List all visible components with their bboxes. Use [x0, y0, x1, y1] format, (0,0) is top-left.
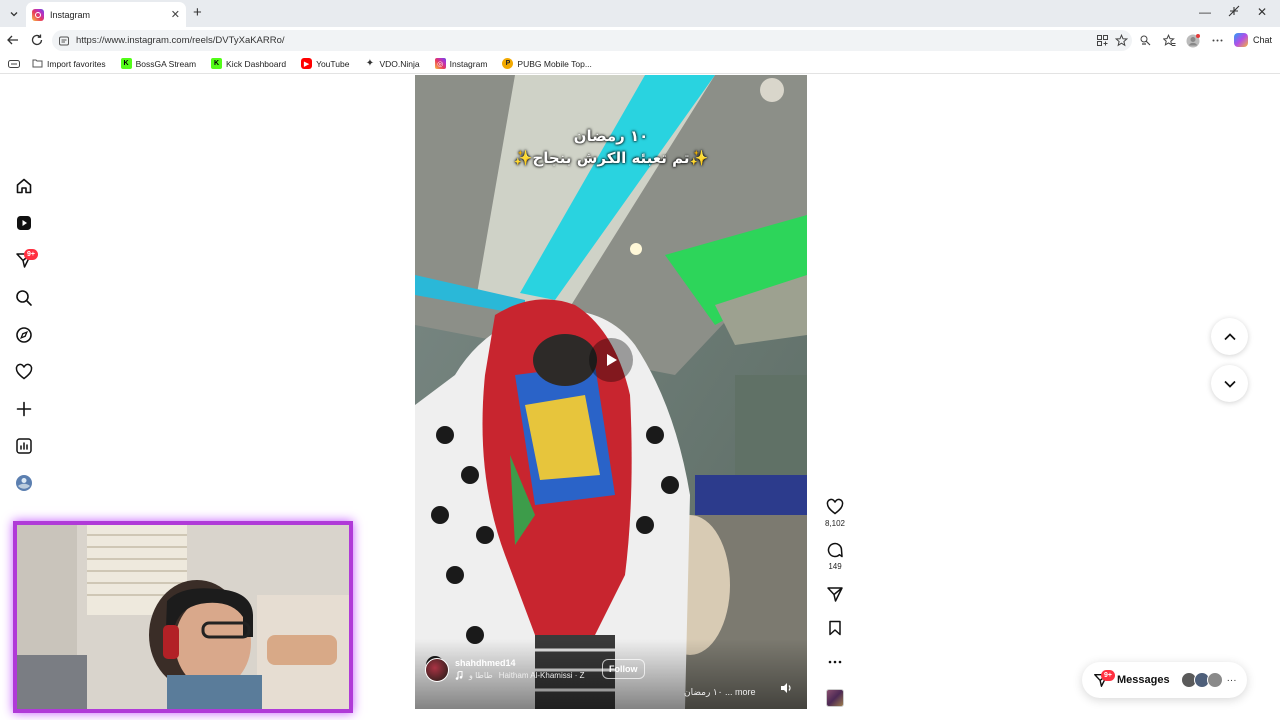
favorite-star-icon[interactable] — [1115, 34, 1128, 47]
pubg-icon: P — [502, 58, 514, 69]
copilot-chat-button[interactable]: Chat — [1234, 33, 1272, 47]
share-action[interactable] — [820, 585, 850, 603]
favorites-icon[interactable] — [1163, 34, 1176, 47]
audio-info[interactable]: طاطا و Haitham Al-Khamissi · Z — [455, 671, 585, 680]
save-action[interactable] — [820, 619, 850, 637]
chevron-down-icon — [1223, 380, 1236, 388]
bookmark-vdo-ninja[interactable]: ✦ VDO.Ninja — [364, 58, 420, 69]
messages-label: Messages — [1117, 674, 1170, 686]
create-icon[interactable] — [10, 395, 38, 423]
notifications-heart-icon[interactable] — [10, 358, 38, 386]
like-count: 8,102 — [824, 519, 846, 528]
bookmark-label: Import favorites — [47, 58, 106, 69]
extensions-icon[interactable] — [1139, 34, 1152, 47]
reel-video-frame — [415, 75, 807, 709]
address-bar-row: https://www.instagram.com/reels/DVTyXaKA… — [0, 27, 1280, 54]
like-action[interactable]: 8,102 — [820, 498, 850, 528]
webcam-overlay — [13, 521, 353, 713]
bookmark-youtube[interactable]: ▶ YouTube — [301, 58, 349, 69]
reel-caption-subtitle: ✨تم تعبئه الكرش بنجاح✨ — [513, 149, 709, 167]
bookmark-bossga-stream[interactable]: K BossGA Stream — [120, 58, 197, 69]
bookmarks-bar: Import favorites K BossGA Stream K Kick … — [0, 54, 1280, 74]
app-available-icon[interactable] — [1096, 34, 1109, 47]
url-text: https://www.instagram.com/reels/DVTyXaKA… — [76, 35, 285, 46]
bookmark-label: BossGA Stream — [135, 58, 197, 69]
tab-bar: Instagram ✕ + — ✕ — [0, 0, 1280, 27]
instagram-favicon-icon — [32, 8, 44, 21]
next-reel-button[interactable] — [1211, 365, 1248, 402]
avatar — [1206, 672, 1223, 688]
bookmark-pubg-mobile[interactable]: P PUBG Mobile Top... — [502, 58, 592, 69]
reel-video[interactable]: ١٠ رمضان ✨تم تعبئه الكرش بنجاح✨ shahdhme… — [415, 75, 807, 709]
audio-thumbnail[interactable] — [826, 689, 844, 707]
bookmarks-toggle-icon[interactable] — [8, 59, 20, 69]
tab-instagram[interactable]: Instagram ✕ — [26, 2, 186, 27]
import-icon — [32, 58, 43, 69]
vdo-ninja-icon: ✦ — [365, 58, 375, 69]
comment-count: 149 — [828, 562, 842, 571]
reel-caption-title: ١٠ رمضان — [573, 127, 649, 145]
youtube-icon: ▶ — [301, 58, 313, 69]
dashboard-icon[interactable] — [10, 432, 38, 460]
previous-reel-button[interactable] — [1211, 318, 1248, 355]
bookmark-label: Kick Dashboard — [226, 58, 287, 69]
chevron-up-icon — [1223, 332, 1236, 340]
instagram-icon: ◎ — [434, 58, 446, 69]
more-icon: ··· — [1226, 674, 1237, 686]
follow-button[interactable]: Follow — [602, 659, 645, 679]
tab-actions-chevron-icon[interactable] — [6, 6, 22, 22]
music-note-icon — [455, 671, 463, 680]
tab-title: Instagram — [50, 9, 91, 20]
reel-description[interactable]: ١٠ رمضان ... more — [684, 687, 756, 698]
more-icon[interactable] — [826, 655, 844, 669]
explore-icon[interactable] — [10, 321, 38, 349]
profile-icon[interactable] — [1186, 34, 1200, 48]
volume-icon[interactable] — [779, 681, 793, 695]
profile-avatar[interactable] — [10, 469, 38, 497]
like-heart-icon[interactable] — [826, 498, 844, 516]
kick-icon: K — [211, 58, 223, 69]
minimize-button[interactable]: — — [1199, 5, 1211, 19]
bookmark-kick-dashboard[interactable]: K Kick Dashboard — [211, 58, 286, 69]
kick-icon: K — [120, 58, 132, 69]
play-button[interactable] — [589, 338, 633, 382]
share-icon[interactable] — [826, 585, 844, 603]
copilot-icon — [1234, 33, 1248, 47]
audio-track-right: Haitham Al-Khamissi · Z — [498, 671, 585, 680]
new-tab-button[interactable]: + — [193, 5, 202, 21]
tab-close-icon[interactable]: ✕ — [171, 8, 180, 21]
messages-badge: 9+ — [1101, 670, 1115, 681]
bookmark-instagram[interactable]: ◎ Instagram — [434, 58, 488, 69]
home-icon[interactable] — [10, 172, 38, 200]
bookmark-label: VDO.Ninja — [379, 58, 420, 69]
back-icon[interactable] — [6, 33, 20, 47]
more-options-action[interactable] — [820, 655, 850, 669]
sidebar-messages-badge: 9+ — [24, 249, 38, 260]
restore-button[interactable] — [1228, 5, 1240, 17]
chat-label: Chat — [1253, 35, 1273, 45]
bookmark-import-favorites[interactable]: Import favorites — [32, 58, 106, 69]
url-field[interactable]: https://www.instagram.com/reels/DVTyXaKA… — [52, 30, 1132, 51]
play-icon — [607, 354, 617, 366]
search-icon[interactable] — [10, 284, 38, 312]
webcam-feed-image — [17, 525, 349, 709]
author-avatar[interactable] — [425, 658, 449, 682]
settings-more-icon[interactable] — [1211, 34, 1224, 47]
comment-icon[interactable] — [826, 541, 844, 559]
bookmark-icon[interactable] — [826, 619, 844, 637]
audio-track-left: طاطا و — [469, 671, 493, 680]
reels-icon[interactable] — [10, 209, 38, 237]
author-username[interactable]: shahdhmed14 — [455, 658, 516, 668]
message-avatars — [1180, 672, 1223, 688]
refresh-icon[interactable] — [30, 33, 44, 47]
bookmark-label: Instagram — [449, 58, 488, 69]
comment-action[interactable]: 149 — [820, 541, 850, 571]
bookmark-label: PUBG Mobile Top... — [517, 58, 592, 69]
site-info-icon[interactable] — [58, 35, 70, 47]
close-window-button[interactable]: ✕ — [1257, 5, 1267, 19]
bookmark-label: YouTube — [316, 58, 350, 69]
